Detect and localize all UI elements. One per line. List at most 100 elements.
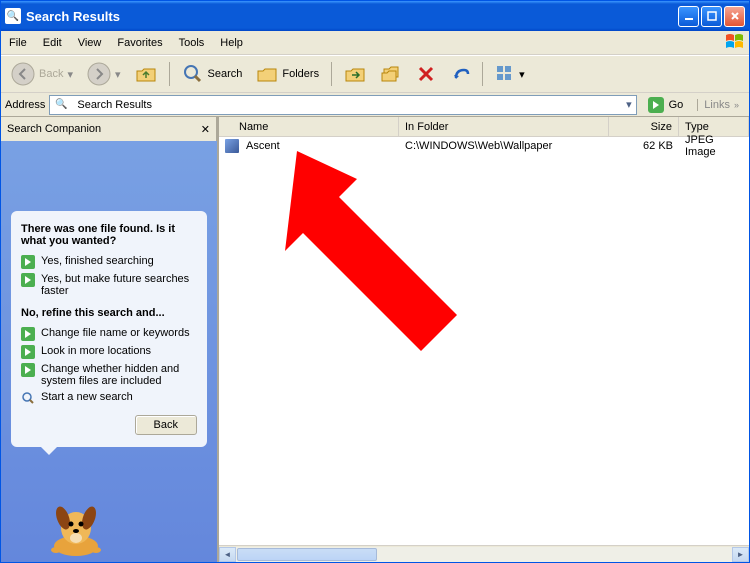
address-value: Search Results xyxy=(77,99,622,111)
views-button[interactable]: ▾ xyxy=(489,60,531,88)
toolbar-separator xyxy=(482,62,483,86)
folders-button[interactable]: Folders xyxy=(250,59,325,89)
go-icon xyxy=(647,96,665,114)
sidebar-title: Search Companion xyxy=(7,123,101,135)
links-label: Links xyxy=(704,99,730,111)
menu-view[interactable]: View xyxy=(70,33,110,53)
link-label: Change file name or keywords xyxy=(41,327,190,339)
menu-tools[interactable]: Tools xyxy=(171,33,213,53)
results-pane: Name In Folder Size Type Ascent C:\WINDO… xyxy=(217,117,749,562)
undo-icon xyxy=(450,64,470,84)
scroll-thumb[interactable] xyxy=(237,548,377,561)
menu-favorites[interactable]: Favorites xyxy=(109,33,170,53)
maximize-button[interactable] xyxy=(701,6,722,27)
toolbar-separator xyxy=(169,62,170,86)
links-chevron-icon: » xyxy=(734,100,739,110)
col-size[interactable]: Size xyxy=(609,117,679,136)
toolbar-separator xyxy=(331,62,332,86)
delete-icon xyxy=(416,64,436,84)
address-label: Address xyxy=(5,99,45,111)
link-hidden-files[interactable]: Change whether hidden and system files a… xyxy=(21,363,197,387)
search-button[interactable]: Search xyxy=(176,59,249,89)
col-label: In Folder xyxy=(405,121,448,133)
delete-button[interactable] xyxy=(410,60,442,88)
horizontal-scrollbar: ◄ ► xyxy=(219,545,749,562)
link-label: Yes, but make future searches faster xyxy=(41,273,197,297)
magnifier-icon xyxy=(21,391,35,405)
panel-heading-found: There was one file found. Is it what you… xyxy=(21,223,197,247)
copy-to-icon xyxy=(380,63,402,85)
arrow-right-icon xyxy=(21,327,35,341)
address-bar: Address 🔍 Search Results ▾ Go Links » xyxy=(1,93,749,117)
close-button[interactable] xyxy=(724,6,745,27)
toolbar: Back ▾ ▾ Search Folders ▾ xyxy=(1,55,749,93)
search-panel: There was one file found. Is it what you… xyxy=(11,211,207,447)
panel-heading-refine: No, refine this search and... xyxy=(21,307,197,319)
go-label: Go xyxy=(669,99,684,111)
cell-type: JPEG Image xyxy=(679,133,749,159)
folder-up-icon xyxy=(135,63,157,85)
arrow-right-icon xyxy=(21,363,35,377)
go-button[interactable]: Go xyxy=(641,94,690,116)
cell-size: 62 KB xyxy=(609,139,679,153)
back-dropdown-icon: ▾ xyxy=(67,68,73,81)
sidebar-close-button[interactable]: ✕ xyxy=(201,123,210,136)
copy-to-button[interactable] xyxy=(374,59,408,89)
views-icon xyxy=(495,64,515,84)
link-more-locations[interactable]: Look in more locations xyxy=(21,345,197,359)
undo-button[interactable] xyxy=(444,60,476,88)
address-input[interactable]: 🔍 Search Results ▾ xyxy=(49,95,636,115)
link-label: Change whether hidden and system files a… xyxy=(41,363,197,387)
move-to-icon xyxy=(344,63,366,85)
folders-label: Folders xyxy=(282,68,319,80)
col-label: Type xyxy=(685,121,709,133)
col-label: Size xyxy=(651,121,672,133)
annotation-arrow xyxy=(277,139,537,379)
link-label: Yes, finished searching xyxy=(41,255,154,267)
link-new-search[interactable]: Start a new search xyxy=(21,391,197,405)
links-section[interactable]: Links » xyxy=(697,99,745,111)
link-label: Start a new search xyxy=(41,391,133,403)
window-title: Search Results xyxy=(26,9,678,24)
column-headers: Name In Folder Size Type xyxy=(219,117,749,137)
content-area: Search Companion ✕ There was one file fo… xyxy=(1,117,749,562)
windows-flag-icon xyxy=(725,33,745,51)
link-change-name[interactable]: Change file name or keywords xyxy=(21,327,197,341)
panel-back-button[interactable]: Back xyxy=(135,415,197,435)
scroll-right-button[interactable]: ► xyxy=(732,547,749,562)
menubar: File Edit View Favorites Tools Help xyxy=(1,31,749,55)
col-name[interactable]: Name xyxy=(219,117,399,136)
sidebar-header: Search Companion ✕ xyxy=(1,117,217,141)
menu-file[interactable]: File xyxy=(1,33,35,53)
results-list[interactable]: Ascent C:\WINDOWS\Web\Wallpaper 62 KB JP… xyxy=(219,137,749,545)
forward-button[interactable]: ▾ xyxy=(81,58,127,90)
back-button[interactable]: Back ▾ xyxy=(5,58,79,90)
link-finished-searching[interactable]: Yes, finished searching xyxy=(21,255,197,269)
search-dog-character xyxy=(41,498,111,558)
back-arrow-icon xyxy=(11,62,35,86)
titlebar: 🔍 Search Results xyxy=(1,1,749,31)
menu-edit[interactable]: Edit xyxy=(35,33,70,53)
scroll-track[interactable] xyxy=(236,547,732,562)
address-dropdown-icon[interactable]: ▾ xyxy=(626,98,632,111)
minimize-button[interactable] xyxy=(678,6,699,27)
move-to-button[interactable] xyxy=(338,59,372,89)
result-row[interactable]: Ascent C:\WINDOWS\Web\Wallpaper 62 KB JP… xyxy=(219,137,749,154)
arrow-right-icon xyxy=(21,273,35,287)
col-folder[interactable]: In Folder xyxy=(399,117,609,136)
search-companion-sidebar: Search Companion ✕ There was one file fo… xyxy=(1,117,217,562)
search-icon xyxy=(182,63,204,85)
cell-name: Ascent xyxy=(219,138,399,154)
views-dropdown-icon: ▾ xyxy=(519,68,525,81)
folders-icon xyxy=(256,63,278,85)
menu-help[interactable]: Help xyxy=(212,33,251,53)
col-label: Name xyxy=(239,121,268,133)
file-icon xyxy=(225,139,239,153)
link-faster-searches[interactable]: Yes, but make future searches faster xyxy=(21,273,197,297)
cell-folder: C:\WINDOWS\Web\Wallpaper xyxy=(399,139,609,153)
forward-arrow-icon xyxy=(87,62,111,86)
scroll-left-button[interactable]: ◄ xyxy=(219,547,236,562)
file-name: Ascent xyxy=(243,139,283,153)
up-button[interactable] xyxy=(129,59,163,89)
search-label: Search xyxy=(208,68,243,80)
